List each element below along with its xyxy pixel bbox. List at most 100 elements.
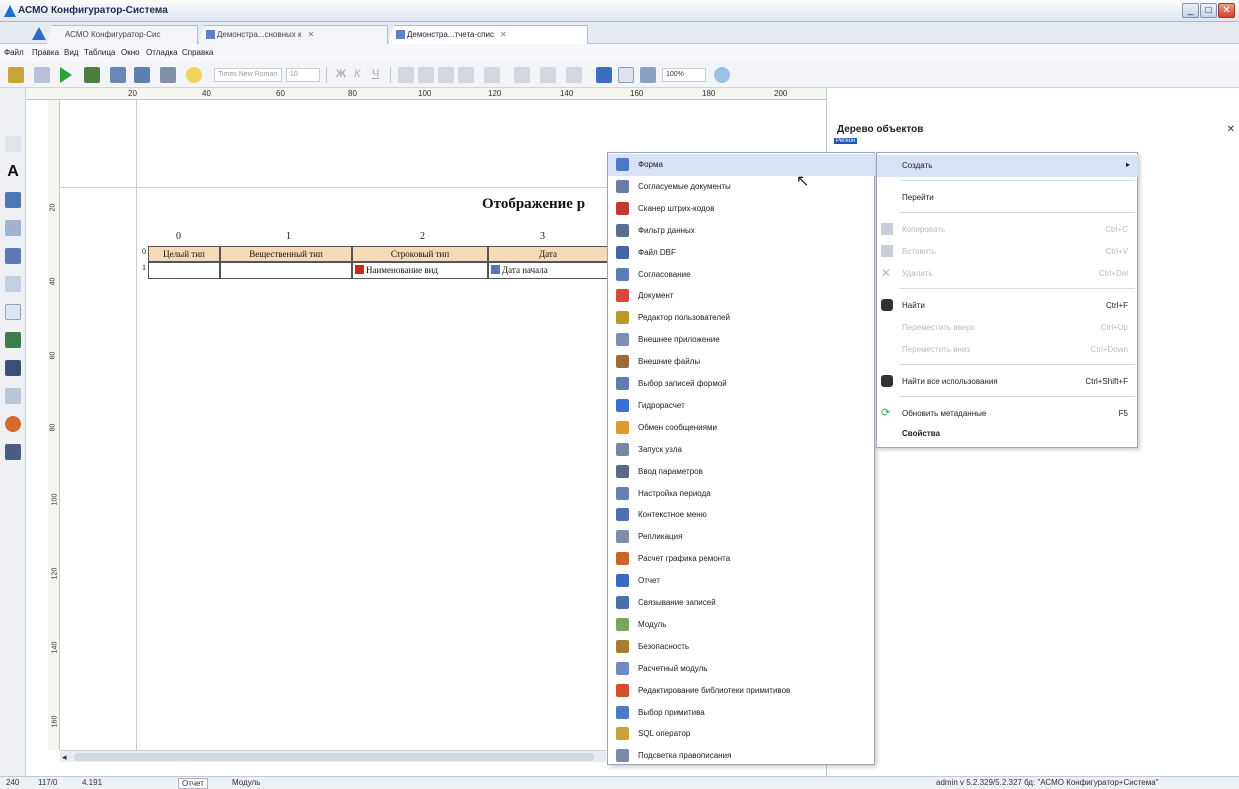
barcode-tool-icon[interactable] — [5, 360, 21, 376]
menu-find[interactable]: Найти Ctrl+F — [877, 295, 1138, 317]
report-title[interactable]: Отображение р — [482, 196, 585, 213]
menu-find-all[interactable]: Найти все использования Ctrl+Shift+F — [877, 371, 1138, 393]
text-tool-icon[interactable]: A — [5, 164, 21, 180]
ctx-menu-item[interactable]: Файл DBF — [608, 242, 875, 264]
ctx-menu-item[interactable]: Сканер штрих-кодов — [608, 198, 875, 220]
zoom-select[interactable]: 100% — [662, 68, 706, 82]
status-tab-module[interactable]: Модуль — [232, 778, 260, 787]
tree-icon[interactable] — [110, 67, 126, 83]
ctx-menu-item[interactable]: Гидрорасчет — [608, 395, 875, 417]
tree-tool-icon[interactable] — [5, 332, 21, 348]
ctx-menu-item[interactable]: Редактирование библиотеки примитивов — [608, 680, 875, 702]
structure-icon[interactable] — [134, 67, 150, 83]
ctx-menu-item[interactable]: Внешние файлы — [608, 351, 875, 373]
align-right-icon[interactable] — [438, 67, 454, 83]
data-cell[interactable]: Наименование вид — [352, 262, 488, 279]
data-cell[interactable]: Дата начала — [488, 262, 608, 279]
menu-help[interactable]: Справка — [182, 48, 213, 57]
minimize-button[interactable]: _ — [1182, 3, 1199, 18]
menu-view[interactable]: Вид — [64, 48, 78, 57]
grid-icon[interactable] — [160, 67, 176, 83]
format-icon[interactable] — [566, 67, 582, 83]
ctx-menu-item[interactable]: Модуль — [608, 614, 875, 636]
ctx-menu-item[interactable]: Выбор примитива — [608, 702, 875, 724]
ctx-menu-item[interactable]: Запуск узла — [608, 439, 875, 461]
menu-copy[interactable]: Копировать Ctrl+C — [877, 219, 1138, 241]
ctx-menu-item[interactable]: Форма — [608, 154, 875, 176]
ctx-menu-item[interactable]: Репликация — [608, 526, 875, 548]
header-cell[interactable]: Вещественный тип — [220, 246, 352, 262]
ctx-menu-item[interactable]: Согласование — [608, 264, 875, 286]
ctx-menu-item[interactable]: Расчет графика ремонта — [608, 548, 875, 570]
tab-close-icon[interactable]: ✕ — [500, 30, 507, 39]
tree-node[interactable]: Регион — [834, 138, 858, 144]
scroll-thumb[interactable] — [74, 753, 594, 761]
scroll-left-icon[interactable]: ◂ — [62, 752, 67, 763]
menu-debug[interactable]: Отладка — [146, 48, 178, 57]
ctx-menu-item[interactable]: Безопасность — [608, 636, 875, 658]
ctx-menu-item[interactable]: Согласуемые документы — [608, 176, 875, 198]
underline-button[interactable]: Ч — [372, 68, 379, 80]
run-icon[interactable] — [60, 67, 72, 83]
menu-edit[interactable]: Правка — [32, 48, 59, 57]
ctx-menu-item[interactable]: Подсветка правописания — [608, 745, 875, 767]
data-cell[interactable] — [220, 262, 352, 279]
status-tab-report[interactable]: Отчет — [178, 778, 208, 789]
report-icon[interactable] — [596, 67, 612, 83]
borders-icon[interactable] — [484, 67, 500, 83]
italic-button[interactable]: К — [354, 68, 360, 80]
menu-table[interactable]: Таблица — [84, 48, 115, 57]
menu-refresh[interactable]: ⟳ Обновить метаданные F5 — [877, 403, 1138, 425]
tab-start[interactable]: АСМО Конфигуратор-Сис — [46, 25, 198, 44]
header-cell[interactable]: Дата — [488, 246, 608, 262]
horizontal-scrollbar[interactable]: ◂ — [60, 750, 606, 762]
ctx-menu-item[interactable]: SQL оператор — [608, 723, 875, 745]
font-select[interactable]: Times New Roman — [214, 68, 282, 82]
align-justify-icon[interactable] — [458, 67, 474, 83]
ctx-menu-item[interactable]: Ввод параметров — [608, 461, 875, 483]
data-cell[interactable] — [148, 262, 220, 279]
menu-create[interactable]: Создать ▸ — [877, 155, 1138, 177]
ctx-menu-item[interactable]: Выбор записей формой — [608, 373, 875, 395]
menu-properties[interactable]: Свойства — [877, 423, 1138, 445]
table-icon[interactable] — [514, 67, 530, 83]
ctx-menu-item[interactable]: Редактор пользователей — [608, 307, 875, 329]
menu-file[interactable]: Файл — [4, 48, 24, 57]
move-icon[interactable] — [640, 67, 656, 83]
align-center-icon[interactable] — [418, 67, 434, 83]
close-button[interactable]: ✕ — [1218, 3, 1235, 18]
ctx-menu-item[interactable]: Фильтр данных — [608, 220, 875, 242]
objects-icon[interactable] — [8, 67, 24, 83]
save-icon[interactable] — [34, 67, 50, 83]
ctx-menu-item[interactable]: Связывание записей — [608, 592, 875, 614]
ctx-menu-item[interactable]: Документ — [608, 285, 875, 307]
menu-move-down[interactable]: Переместить вниз Ctrl+Down — [877, 339, 1138, 361]
panel-tool-icon[interactable] — [5, 276, 21, 292]
header-cell[interactable]: Строковый тип — [352, 246, 488, 262]
menu-goto[interactable]: Перейти — [877, 187, 1138, 209]
report-tool-icon[interactable] — [5, 444, 21, 460]
size-select[interactable]: 10 — [286, 68, 320, 82]
tab-demo-main[interactable]: Демонстра...сновных к ✕ — [198, 25, 388, 44]
ctx-menu-item[interactable]: Обмен сообщениями — [608, 417, 875, 439]
ctx-menu-item[interactable]: Внешнее приложение — [608, 329, 875, 351]
pie-tool-icon[interactable] — [5, 416, 21, 432]
menu-window[interactable]: Окно — [121, 48, 140, 57]
ctx-menu-item[interactable]: Отчет — [608, 570, 875, 592]
formula-icon[interactable] — [540, 67, 556, 83]
chart-tool-icon[interactable] — [5, 192, 21, 208]
frame-tool-icon[interactable] — [5, 304, 21, 320]
ctx-menu-item[interactable]: Расчетный модуль — [608, 658, 875, 680]
ctx-menu-item[interactable]: Настройка периода — [608, 483, 875, 505]
table-tool-icon[interactable] — [5, 220, 21, 236]
list-tool-icon[interactable] — [5, 248, 21, 264]
maximize-button[interactable]: □ — [1200, 3, 1217, 18]
tab-demo-report[interactable]: Демонстра...тчета-спис ✕ — [388, 25, 588, 44]
ctx-menu-item[interactable]: Контекстное меню — [608, 504, 875, 526]
menu-move-up[interactable]: Переместить вверх Ctrl+Up — [877, 317, 1138, 339]
run-form-icon[interactable] — [84, 67, 100, 83]
align-left-icon[interactable] — [398, 67, 414, 83]
menu-delete[interactable]: ✕ Удалить Ctrl+Del — [877, 263, 1138, 285]
panel-close-icon[interactable]: ✕ — [1227, 124, 1235, 135]
image-tool-icon[interactable] — [5, 388, 21, 404]
